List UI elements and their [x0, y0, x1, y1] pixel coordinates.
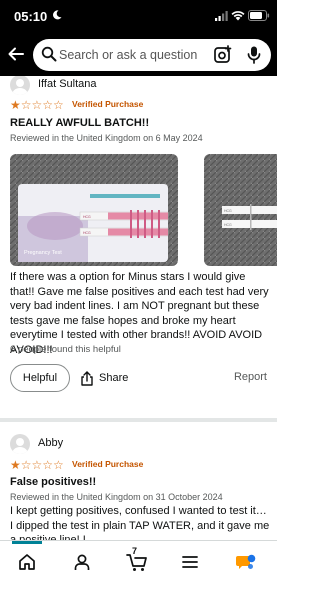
moon-icon [53, 10, 62, 20]
review-title: False positives!! [10, 476, 97, 488]
status-bar: 05:10 [0, 0, 277, 34]
home-icon [19, 554, 35, 570]
signal-icon [215, 11, 228, 21]
review-photo[interactable]: Pregnancy Test HCG HCG [10, 154, 178, 266]
helpful-count: 6 people found this helpful [10, 344, 121, 355]
review-photo-image: HCG HCG [204, 154, 277, 266]
verified-purchase-badge: Verified Purchase [72, 99, 144, 109]
verified-purchase-badge: Verified Purchase [72, 459, 144, 469]
avatar[interactable] [10, 434, 30, 454]
search-bar[interactable] [33, 39, 271, 71]
cart-count-badge: 7 [132, 546, 138, 556]
review-card: Abby ★☆☆☆☆ Verified Purchase False posit… [0, 422, 277, 540]
star-filled-icon: ★ [10, 458, 21, 472]
avatar-silhouette-icon [12, 79, 28, 95]
photo-strip-text-2: HCG [83, 231, 91, 235]
camera-search-icon[interactable] [213, 45, 233, 65]
review-body: I kept getting positives, confused I wan… [10, 505, 270, 540]
photo-strip-text-3: HCG [224, 209, 232, 213]
review-actions: Helpful Share Report [10, 364, 267, 394]
avatar[interactable] [10, 76, 30, 95]
review-title: REALLY AWFULL BATCH!! [10, 117, 150, 129]
hamburger-menu-icon [182, 556, 198, 568]
rufus-assistant-icon [236, 554, 256, 569]
nav-home[interactable] [7, 547, 47, 577]
star-filled-icon: ★ [10, 98, 21, 112]
rating-row: ★☆☆☆☆ Verified Purchase [10, 458, 210, 472]
reviewer-row: Iffat Sultana [10, 76, 210, 97]
avatar-silhouette-icon [12, 438, 28, 454]
review-card: Iffat Sultana ★☆☆☆☆ Verified Purchase RE… [0, 76, 277, 418]
review-date: Reviewed in the United Kingdom on 31 Oct… [10, 492, 223, 502]
report-link[interactable]: Report [234, 371, 267, 383]
bottom-navigation: 7 [0, 540, 277, 600]
search-input[interactable] [59, 39, 209, 71]
reviewer-name[interactable]: Iffat Sultana [38, 78, 97, 90]
nav-active-indicator [12, 541, 42, 544]
share-icon [81, 370, 93, 386]
helpful-button[interactable]: Helpful [10, 364, 70, 392]
review-photo-image: Pregnancy Test HCG HCG [10, 154, 178, 266]
rating-row: ★☆☆☆☆ Verified Purchase [10, 98, 210, 112]
share-button[interactable]: Share [80, 364, 128, 392]
reviewer-row: Abby [10, 434, 210, 456]
reviewer-name[interactable]: Abby [38, 437, 63, 449]
star-rating: ★☆☆☆☆ [10, 458, 64, 472]
nav-rufus-assistant[interactable] [226, 547, 266, 577]
wifi-icon [231, 11, 245, 21]
photo-strip-text-4: HCG [224, 223, 232, 227]
microphone-icon[interactable] [246, 45, 262, 65]
person-icon [74, 554, 90, 570]
share-label: Share [99, 372, 129, 384]
photo-strip-text-1: HCG [83, 215, 91, 219]
star-empty-icon: ☆☆☆☆ [20, 98, 64, 112]
nav-menu[interactable] [170, 547, 210, 577]
reviews-list: Iffat Sultana ★☆☆☆☆ Verified Purchase RE… [0, 76, 277, 540]
nav-cart[interactable]: 7 [117, 546, 157, 577]
review-date: Reviewed in the United Kingdom on 6 May … [10, 133, 203, 143]
back-arrow-icon[interactable] [6, 44, 26, 64]
status-time: 05:10 [14, 9, 48, 24]
star-empty-icon: ☆☆☆☆ [20, 458, 64, 472]
app-header [0, 34, 277, 76]
search-icon [41, 46, 57, 62]
star-rating: ★☆☆☆☆ [10, 98, 64, 112]
nav-account[interactable] [62, 547, 102, 577]
battery-icon [248, 10, 270, 21]
photo-box-text: Pregnancy Test [24, 250, 62, 256]
review-photo[interactable]: HCG HCG [204, 154, 277, 266]
